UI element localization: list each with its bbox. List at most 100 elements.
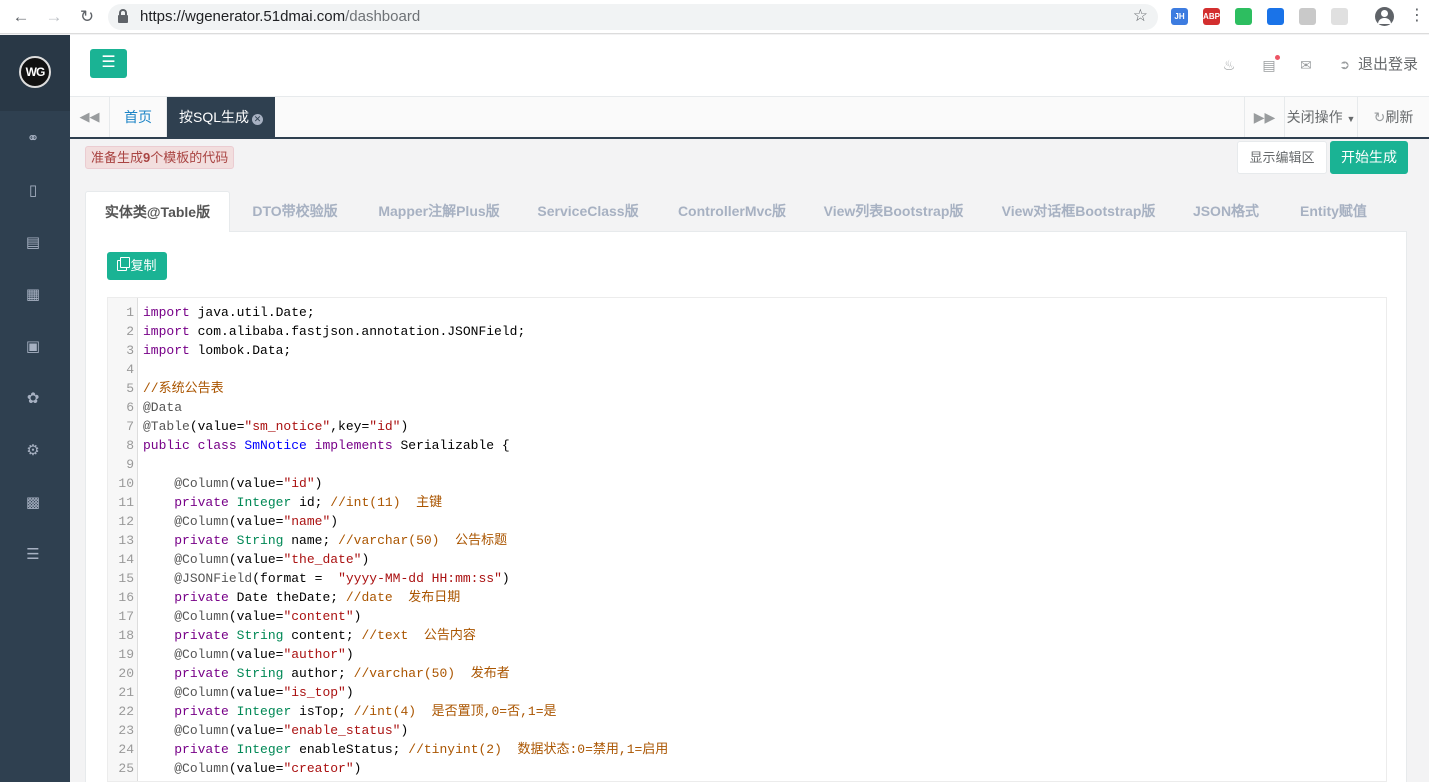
windows-icon[interactable]: ▦ bbox=[23, 285, 43, 305]
bell-icon[interactable]: ♨ bbox=[1220, 56, 1238, 74]
tab-home[interactable]: 首页 bbox=[110, 97, 167, 137]
database-icon[interactable]: ☰ bbox=[23, 545, 43, 565]
tab-dto[interactable]: DTO带校验版 bbox=[230, 191, 360, 232]
code-token: (value= bbox=[189, 419, 245, 434]
code-token: //系统公告表 bbox=[143, 381, 224, 396]
tab-view-list[interactable]: View列表Bootstrap版 bbox=[806, 191, 981, 232]
tab-entity-table[interactable]: 实体类@Table版 bbox=[85, 191, 230, 233]
line-number: 5 bbox=[126, 381, 134, 396]
refresh-button[interactable]: ↻刷新 bbox=[1357, 97, 1429, 137]
tasks-icon[interactable]: ▤ bbox=[1260, 55, 1280, 74]
bookmark-star-icon[interactable]: ☆ bbox=[1133, 6, 1148, 26]
code-token: "sm_notice" bbox=[244, 419, 331, 434]
code-token: String bbox=[236, 666, 292, 681]
line-number: 8 bbox=[126, 438, 134, 453]
link-icon[interactable]: ⚭ bbox=[23, 129, 43, 149]
line-number: 16 bbox=[118, 590, 134, 605]
close-ops-dropdown[interactable]: 关闭操作 ▼ bbox=[1284, 97, 1357, 137]
code-token: private bbox=[174, 742, 237, 757]
code-token: (value= bbox=[228, 685, 284, 700]
template-tabs: 实体类@Table版 DTO带校验版 Mapper注解Plus版 Service… bbox=[85, 191, 1407, 233]
file-code-icon[interactable]: ▤ bbox=[23, 233, 43, 253]
code-text: private Integer isTop; //int(4) 是否置顶,0=否… bbox=[143, 702, 556, 721]
code-token: id; bbox=[299, 495, 331, 510]
browser-menu-icon[interactable]: ⋮ bbox=[1409, 6, 1425, 26]
line-number: 22 bbox=[118, 704, 134, 719]
line-number: 15 bbox=[118, 571, 134, 586]
code-text: @Column(value="author") bbox=[143, 645, 353, 664]
extension-icon[interactable]: ABP bbox=[1203, 8, 1220, 25]
tab-mapper[interactable]: Mapper注解Plus版 bbox=[360, 191, 518, 232]
gear-icon[interactable]: ⚙ bbox=[23, 441, 43, 461]
code-token: "enable_status" bbox=[283, 723, 401, 738]
code-token: String bbox=[236, 533, 292, 548]
tabs-scroll-right-icon[interactable]: ▶▶ bbox=[1244, 97, 1284, 137]
line-number: 24 bbox=[118, 742, 134, 757]
logo[interactable]: WG bbox=[19, 56, 51, 88]
leaf-icon[interactable]: ✿ bbox=[23, 389, 43, 409]
copy-button[interactable]: 复制 bbox=[107, 252, 167, 280]
tab-sql-generate[interactable]: 按SQL生成 ✕ bbox=[167, 97, 275, 137]
code-text: @Column(value="creator") bbox=[143, 759, 361, 778]
code-token: ) bbox=[314, 476, 323, 491]
code-text: @Column(value="the_date") bbox=[143, 550, 369, 569]
code-token: isTop; bbox=[299, 704, 354, 719]
code-line: 2 import com.alibaba.fastjson.annotation.… bbox=[108, 322, 1386, 341]
code-line: 23 @Column(value="enable_status") bbox=[108, 721, 1386, 740]
tab-service[interactable]: ServiceClass版 bbox=[518, 191, 658, 232]
notification-dot bbox=[1275, 55, 1280, 60]
code-text: private String name; //varchar(50) 公告标题 bbox=[143, 531, 507, 550]
logo-area: WG bbox=[0, 35, 70, 111]
line-number: 20 bbox=[118, 666, 134, 681]
back-arrow-icon[interactable]: ← bbox=[10, 6, 32, 28]
chat-icon[interactable]: ✉ bbox=[1297, 56, 1315, 74]
code-line: 9 bbox=[108, 455, 1386, 474]
code-token: //tinyint(2) 数据状态:0=禁用,1=启用 bbox=[408, 742, 669, 757]
copy-icon bbox=[117, 257, 131, 271]
line-number: 1 bbox=[126, 305, 134, 320]
close-ops-label: 关闭操作 bbox=[1286, 109, 1343, 125]
show-editor-button[interactable]: 显示编辑区 bbox=[1237, 141, 1327, 174]
code-token: @Table bbox=[143, 419, 190, 434]
generate-notice: 准备生成9个模板的代码 bbox=[85, 146, 235, 169]
extension-icon[interactable] bbox=[1267, 8, 1284, 25]
code-text: @JSONField(format = "yyyy-MM-dd HH:mm:ss… bbox=[143, 569, 509, 588]
extension-icon[interactable] bbox=[1331, 8, 1348, 25]
code-line: 25 @Column(value="creator") bbox=[108, 759, 1386, 778]
code-text: @Column(value="is_top") bbox=[143, 683, 353, 702]
tab-entity-assign[interactable]: Entity赋值 bbox=[1276, 191, 1391, 232]
forward-arrow-icon[interactable]: → bbox=[43, 6, 65, 28]
close-tab-icon[interactable]: ✕ bbox=[252, 114, 263, 125]
line-number: 13 bbox=[118, 533, 134, 548]
reload-icon[interactable]: ↻ bbox=[76, 6, 98, 28]
tab-json[interactable]: JSON格式 bbox=[1176, 191, 1276, 232]
code-text: @Column(value="name") bbox=[143, 512, 338, 531]
profile-avatar-icon[interactable] bbox=[1375, 7, 1394, 26]
code-token: @JSONField bbox=[174, 571, 253, 586]
mobile-icon[interactable]: ▯ bbox=[23, 181, 43, 201]
tab-view-dialog[interactable]: View对话框Bootstrap版 bbox=[981, 191, 1176, 232]
code-token: ,key= bbox=[330, 419, 370, 434]
extension-icon[interactable] bbox=[1299, 8, 1316, 25]
logout-button[interactable]: ➲ 退出登录 bbox=[1339, 56, 1418, 74]
code-text: private Date theDate; //date 发布日期 bbox=[143, 588, 460, 607]
extension-icon[interactable]: JH bbox=[1171, 8, 1188, 25]
tabs-scroll-left-icon[interactable]: ◀◀ bbox=[70, 97, 110, 137]
address-bar[interactable]: https://wgenerator.51dmai.com/dashboard … bbox=[108, 4, 1158, 30]
toggle-menu-button[interactable]: ☰ bbox=[90, 49, 127, 78]
code-editor[interactable]: 1 import java.util.Date; 2 import com.aliba… bbox=[107, 297, 1387, 782]
code-token: SmNotice bbox=[244, 438, 315, 453]
tab-controller[interactable]: ControllerMvc版 bbox=[658, 191, 806, 232]
url-path: /dashboard bbox=[345, 8, 421, 25]
code-token: @Column bbox=[174, 761, 229, 776]
url-text[interactable]: https://wgenerator.51dmai.com/dashboard bbox=[140, 8, 420, 26]
line-number: 19 bbox=[118, 647, 134, 662]
line-number: 10 bbox=[118, 476, 134, 491]
start-generate-button[interactable]: 开始生成 bbox=[1330, 141, 1408, 174]
briefcase-icon[interactable]: ▣ bbox=[23, 337, 43, 357]
image-icon[interactable]: ▩ bbox=[23, 493, 43, 513]
extension-icon[interactable] bbox=[1235, 8, 1252, 25]
